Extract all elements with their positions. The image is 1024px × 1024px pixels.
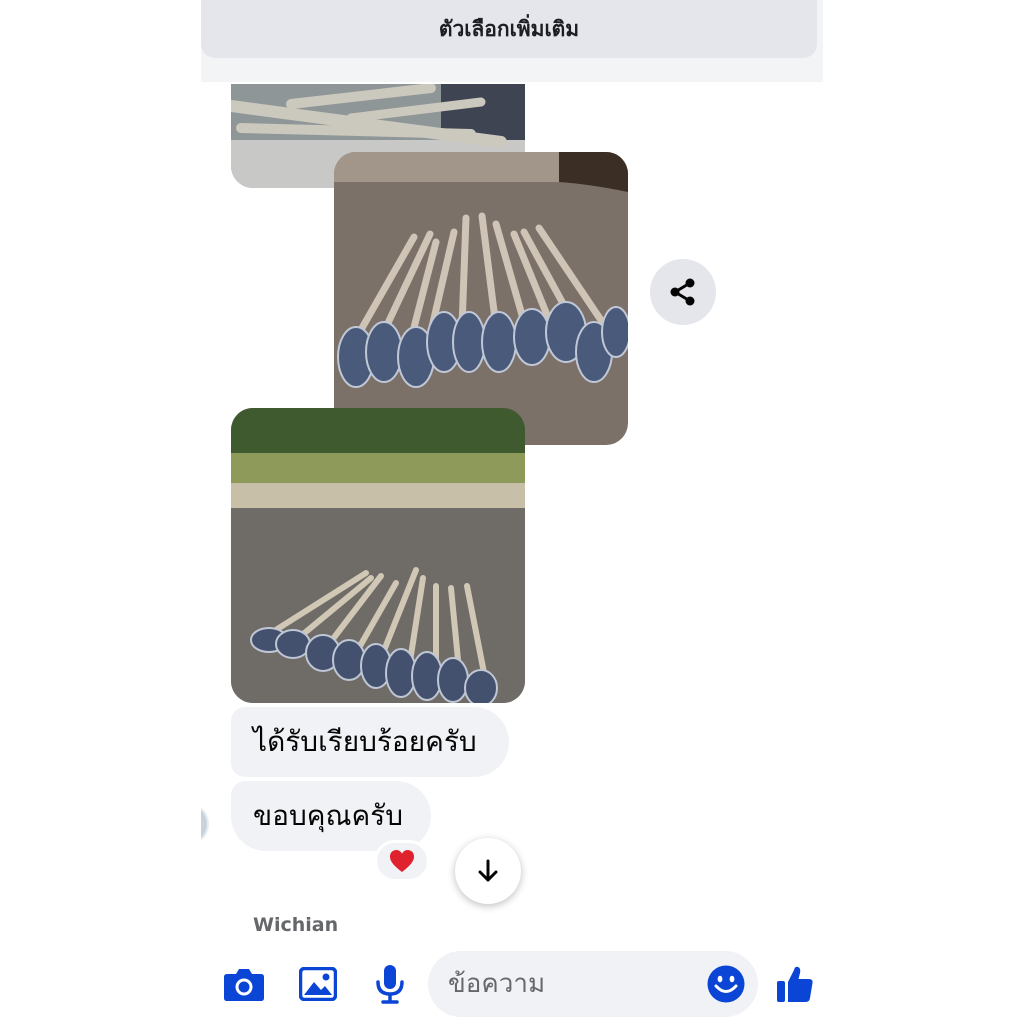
- image-icon: [299, 967, 337, 1001]
- scroll-to-bottom-button[interactable]: [455, 838, 521, 904]
- message-composer: [201, 944, 823, 1024]
- like-button[interactable]: [773, 962, 817, 1006]
- more-options-label: ตัวเลือกเพิ่มเติม: [438, 16, 580, 41]
- smiley-icon[interactable]: [706, 964, 746, 1004]
- camera-button[interactable]: [222, 962, 266, 1006]
- avatar[interactable]: [201, 806, 209, 842]
- message-bubble-received[interactable]: ได้รับเรียบร้อยครับ: [231, 707, 509, 777]
- message-input-container: [428, 951, 758, 1017]
- header-bar: ตัวเลือกเพิ่มเติม: [201, 0, 823, 82]
- thumbs-up-icon: [777, 966, 813, 1002]
- sender-name: Wichian: [253, 914, 339, 936]
- microphone-icon: [376, 965, 404, 1004]
- voice-button[interactable]: [368, 962, 412, 1006]
- share-button[interactable]: [650, 259, 716, 325]
- messenger-chat: ตัวเลือกเพิ่มเติม ได้รับเรียบร้อยครับ ขอ…: [201, 0, 823, 1024]
- gallery-button[interactable]: [296, 962, 340, 1006]
- screen: ตัวเลือกเพิ่มเติม ได้รับเรียบร้อยครับ ขอ…: [0, 0, 1024, 1024]
- share-icon: [670, 278, 695, 306]
- photo-message-2[interactable]: [334, 152, 628, 445]
- camera-icon: [224, 969, 264, 1001]
- photo-message-3[interactable]: [231, 408, 525, 703]
- reaction-badge[interactable]: [374, 840, 430, 882]
- message-text: ได้รับเรียบร้อยครับ: [253, 725, 477, 758]
- arrow-down-icon: [478, 859, 498, 882]
- message-input[interactable]: [448, 951, 698, 1017]
- more-options-button[interactable]: ตัวเลือกเพิ่มเติม: [201, 0, 817, 58]
- heart-icon: [390, 850, 414, 872]
- message-text: ขอบคุณครับ: [253, 799, 403, 832]
